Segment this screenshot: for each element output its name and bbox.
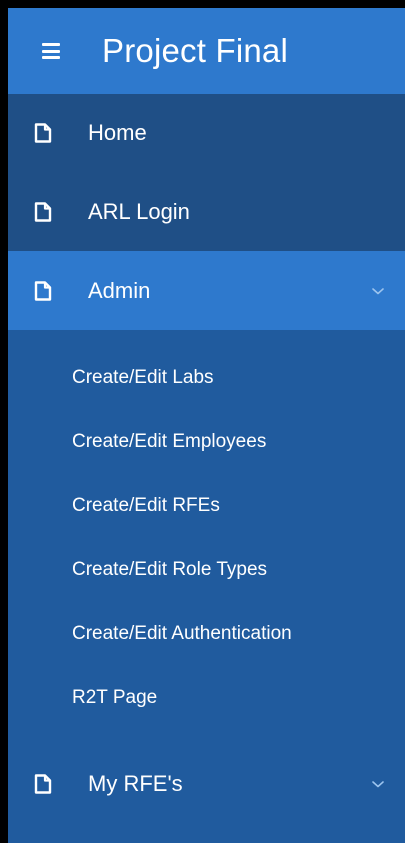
sidebar-item-label: Admin (88, 277, 151, 303)
chevron-down-icon[interactable] (371, 779, 385, 789)
hamburger-menu-icon[interactable] (42, 43, 60, 59)
sidebar-item-label: Home (88, 120, 147, 145)
screen-frame: Project Final Home ARL Login Admin Creat… (0, 0, 405, 843)
page-icon (34, 773, 52, 794)
sidebar-navigation: Project Final Home ARL Login Admin Creat… (8, 8, 405, 843)
page-icon (34, 280, 52, 301)
app-header: Project Final (8, 8, 405, 94)
sidebar-item-my-rfes[interactable]: My RFE's (8, 744, 405, 823)
page-icon (34, 201, 52, 222)
submenu-item-create-edit-role-types[interactable]: Create/Edit Role Types (8, 538, 405, 602)
sidebar-item-home[interactable]: Home (8, 94, 405, 172)
submenu-item-create-edit-authentication[interactable]: Create/Edit Authentication (8, 602, 405, 666)
sidebar-item-arl-login[interactable]: ARL Login (8, 172, 405, 251)
sidebar-item-label: My RFE's (88, 770, 183, 796)
sidebar-item-label: ARL Login (88, 198, 190, 224)
submenu-item-create-edit-labs[interactable]: Create/Edit Labs (8, 346, 405, 410)
app-title: Project Final (102, 32, 289, 69)
submenu-item-create-edit-employees[interactable]: Create/Edit Employees (8, 410, 405, 474)
page-icon (34, 123, 52, 143)
submenu-item-r2t-page[interactable]: R2T Page (8, 666, 405, 730)
sidebar-item-admin[interactable]: Admin (8, 251, 405, 330)
submenu-item-create-edit-rfes[interactable]: Create/Edit RFEs (8, 474, 405, 538)
admin-submenu: Create/Edit Labs Create/Edit Employees C… (8, 330, 405, 744)
chevron-down-icon[interactable] (371, 286, 385, 296)
